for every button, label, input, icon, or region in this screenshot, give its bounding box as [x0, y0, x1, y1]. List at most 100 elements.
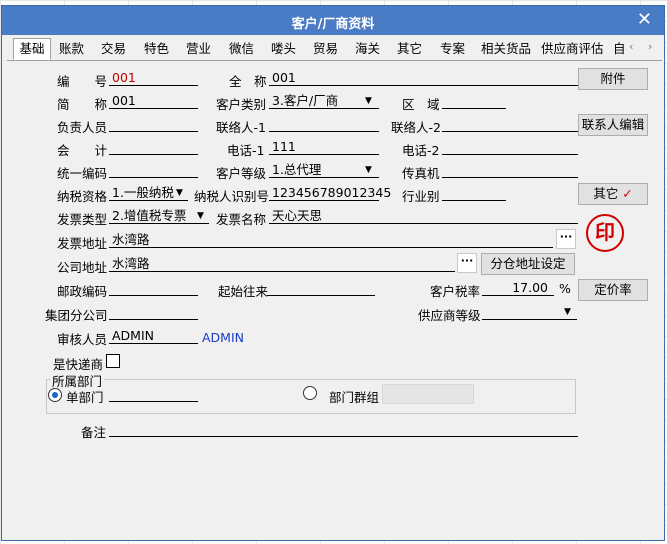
person-in-charge-label: 负责人员	[57, 120, 108, 135]
dropdown-arrow-icon[interactable]: ▼	[564, 307, 571, 317]
invoice-type-label: 发票类型	[57, 212, 108, 227]
contact2-label: 联络人-2	[391, 120, 441, 135]
company-address-label: 公司地址	[57, 260, 108, 275]
single-department-radio[interactable]	[48, 388, 62, 402]
unified-code-label: 统一编码	[57, 166, 108, 181]
zip-code-field[interactable]	[109, 280, 198, 296]
origin-field[interactable]	[267, 280, 375, 296]
contact-edit-button[interactable]: 联系人编辑	[578, 114, 648, 136]
invoice-address-ellipsis-button[interactable]: ···	[556, 229, 576, 249]
contact1-field[interactable]	[269, 116, 379, 132]
approver-name: ADMIN	[202, 330, 244, 345]
customer-type-select[interactable]: 3.客户/厂商	[269, 93, 379, 109]
customer-type-label: 客户类别	[216, 97, 267, 112]
customer-grade-label: 客户等级	[216, 166, 267, 181]
chevron-right-icon[interactable]: ›	[648, 40, 652, 53]
tax-rate-field[interactable]: 17.00	[482, 280, 554, 296]
tab-wechat[interactable]: 微信	[229, 39, 254, 59]
tab-related-goods[interactable]: 相关货品	[481, 39, 531, 59]
fullname-field[interactable]: 001	[269, 70, 578, 86]
region-field[interactable]	[442, 93, 506, 109]
invoice-address-label: 发票地址	[57, 236, 108, 251]
tab-more[interactable]: 自	[613, 39, 626, 59]
group-company-label: 集团分公司	[45, 308, 108, 323]
accountant-field[interactable]	[109, 139, 198, 155]
tab-basic[interactable]: 基础	[13, 38, 51, 60]
seal-stamp-icon: 印	[586, 214, 624, 252]
invoice-name-label: 发票名称	[216, 212, 267, 227]
remark-label: 备注	[81, 425, 107, 440]
attachment-button[interactable]: 附件	[578, 68, 648, 90]
tax-qualification-label: 纳税资格	[57, 189, 108, 204]
tab-supplier-evaluation[interactable]: 供应商评估	[541, 39, 604, 59]
single-department-field[interactable]	[109, 386, 198, 402]
other-button[interactable]: 其它 ✓	[578, 183, 648, 205]
tab-accounts[interactable]: 账款	[59, 39, 84, 59]
fullname-label: 全 称	[229, 74, 267, 89]
contact2-field[interactable]	[442, 116, 578, 132]
approver-field[interactable]: ADMIN	[109, 328, 198, 344]
department-groupbox: 所属部门 单部门 部门群组	[46, 371, 576, 414]
supplier-grade-select[interactable]	[482, 304, 577, 320]
tax-rate-unit: %	[559, 281, 571, 296]
origin-label: 起始往来	[218, 284, 269, 299]
zip-code-label: 邮政编码	[57, 284, 108, 299]
region-label: 区 域	[402, 97, 440, 112]
customer-grade-select[interactable]: 1.总代理	[269, 162, 379, 178]
phone2-label: 电话-2	[402, 143, 440, 158]
tab-feature[interactable]: 特色	[144, 39, 169, 59]
phone2-field[interactable]	[442, 139, 578, 155]
company-address-field[interactable]: 水湾路	[109, 256, 455, 272]
single-department-label: 单部门	[66, 390, 104, 405]
branch-address-button[interactable]: 分仓地址设定	[481, 253, 575, 275]
tab-business[interactable]: 营业	[186, 39, 211, 59]
taxpayer-id-label: 纳税人识别号	[194, 189, 270, 204]
tab-transaction[interactable]: 交易	[101, 39, 126, 59]
basic-panel: 编 号 001 全 称 001 附件 简 称 001 客户类别 3.客户/厂商 …	[13, 62, 659, 536]
group-company-field[interactable]	[109, 304, 198, 320]
checkmark-icon: ✓	[622, 186, 633, 201]
unified-code-field[interactable]	[109, 162, 198, 178]
company-address-ellipsis-button[interactable]: ···	[457, 253, 477, 273]
department-group-radio[interactable]	[303, 386, 317, 400]
department-group-label: 部门群组	[329, 390, 380, 405]
person-in-charge-field[interactable]	[109, 116, 198, 132]
pricing-rate-button[interactable]: 定价率	[578, 279, 648, 301]
tab-trade[interactable]: 贸易	[313, 39, 338, 59]
invoice-address-field[interactable]: 水湾路	[109, 232, 553, 248]
close-icon[interactable]: ✕	[637, 9, 652, 30]
industry-field[interactable]	[442, 185, 506, 201]
phone1-label: 电话-1	[227, 143, 265, 158]
fax-label: 传真机	[402, 166, 440, 181]
short-name-label: 简 称	[57, 97, 108, 112]
dropdown-arrow-icon[interactable]: ▼	[365, 165, 372, 175]
invoice-type-select[interactable]: 2.增值税专票	[109, 208, 209, 224]
window-title: 客户/厂商资料	[291, 17, 375, 32]
phone1-field[interactable]: 111	[269, 139, 379, 155]
express-carrier-checkbox[interactable]	[106, 354, 120, 368]
dropdown-arrow-icon[interactable]: ▼	[197, 211, 204, 221]
remark-field[interactable]	[109, 421, 578, 437]
fax-field[interactable]	[442, 162, 578, 178]
tab-header[interactable]: 喽头	[271, 39, 296, 59]
tax-rate-label: 客户税率	[430, 284, 481, 299]
supplier-grade-label: 供应商等级	[418, 308, 481, 323]
dropdown-arrow-icon[interactable]: ▼	[176, 188, 183, 198]
code-field[interactable]: 001	[109, 70, 198, 86]
other-button-label: 其它	[593, 186, 619, 201]
department-group-field[interactable]	[382, 384, 474, 404]
tab-customs[interactable]: 海关	[355, 39, 380, 59]
short-name-field[interactable]: 001	[109, 93, 198, 109]
title-bar: 客户/厂商资料 ✕	[2, 6, 664, 35]
chevron-left-icon[interactable]: ‹	[629, 40, 633, 53]
contact1-label: 联络人-1	[216, 120, 266, 135]
tab-strip: 基础 账款 交易 特色 营业 微信 喽头 贸易 海关 其它 专案 相关货品 供应…	[7, 38, 662, 61]
taxpayer-id-field[interactable]: 123456789012345	[269, 185, 391, 201]
industry-label: 行业别	[402, 189, 440, 204]
invoice-name-field[interactable]: 天心天思	[269, 208, 578, 224]
dropdown-arrow-icon[interactable]: ▼	[365, 96, 372, 106]
customer-vendor-dialog: 客户/厂商资料 ✕ 基础 账款 交易 特色 营业 微信 喽头 贸易 海关 其它 …	[1, 5, 665, 541]
approver-label: 审核人员	[57, 332, 108, 347]
tab-project[interactable]: 专案	[440, 39, 465, 59]
tab-other[interactable]: 其它	[397, 39, 422, 59]
